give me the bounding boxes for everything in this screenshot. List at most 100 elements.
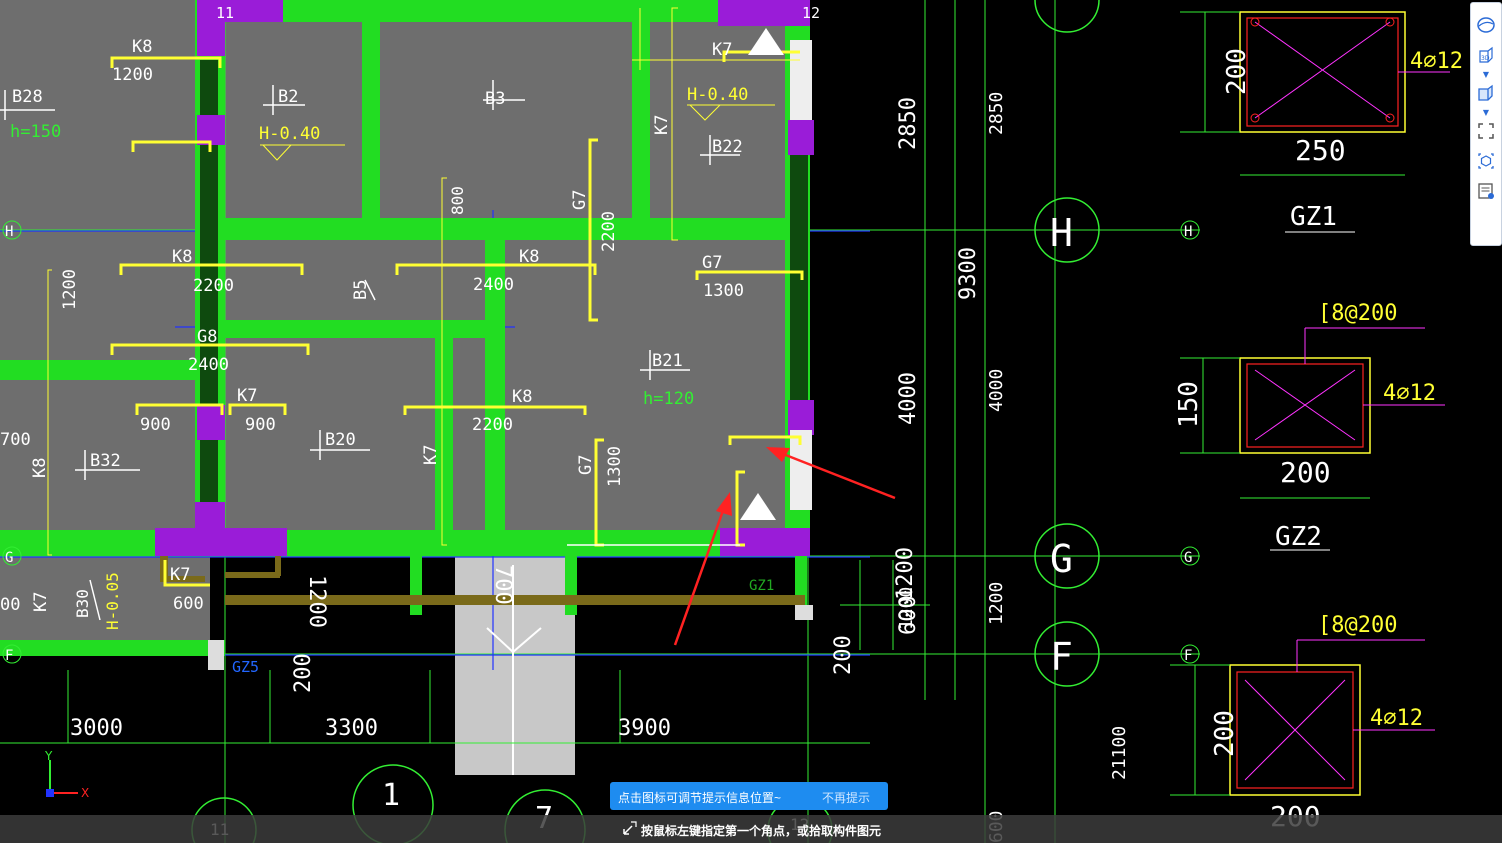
detail-width: 200 xyxy=(1280,456,1331,489)
bubble-label-f: F xyxy=(1050,635,1073,679)
beam-span: 900 xyxy=(140,415,171,435)
beam-span: 1200 xyxy=(112,65,153,85)
beam-name: G7 xyxy=(702,253,722,273)
beam-span-vertical: 2200 xyxy=(599,211,619,252)
cube-button[interactable] xyxy=(1474,81,1498,105)
column-detail-gz1 xyxy=(1180,11,1450,233)
view-toolbar: 3D ▼ ▼ xyxy=(1470,2,1502,246)
detail-name: GZ2 xyxy=(1275,522,1322,552)
bubble-label-h: H xyxy=(1050,211,1073,255)
slab-mark: B30 xyxy=(73,589,92,618)
fullscreen-button[interactable] xyxy=(1474,119,1498,143)
dimension-value: 1200 xyxy=(304,575,329,628)
beam-span-vertical: 1300 xyxy=(605,446,625,487)
beam-name: K8 xyxy=(132,37,152,57)
beam-span: 2400 xyxy=(473,275,514,295)
beam-name: K8 xyxy=(172,247,192,267)
axis-label-11: 11 xyxy=(216,4,234,22)
3d-view-dropdown[interactable]: ▼ xyxy=(1480,71,1492,79)
bubble-label-1: 1 xyxy=(382,778,400,813)
detail-name: GZ1 xyxy=(1290,202,1337,232)
sphere-outline-icon xyxy=(1477,17,1495,33)
fullscreen-icon xyxy=(1478,123,1494,139)
slab-level: H-0.40 xyxy=(259,124,320,144)
dimension-value: 4000 xyxy=(896,372,921,425)
3d-view-icon: 3D xyxy=(1479,46,1493,63)
slab-mark: B21 xyxy=(652,351,683,371)
beam-name: K7 xyxy=(170,565,190,585)
slab-mark: B32 xyxy=(90,451,121,471)
beam-name: K7 xyxy=(237,386,257,406)
beam-name-vertical: K7 xyxy=(652,115,672,135)
beam-span: 2200 xyxy=(472,415,513,435)
slab-mark: B28 xyxy=(12,87,43,107)
slab-mark: B3 xyxy=(485,89,505,109)
beam-span-vertical: 1200 xyxy=(60,269,80,310)
svg-text:3D: 3D xyxy=(1481,55,1490,62)
sphere-outline-button[interactable] xyxy=(1474,13,1498,37)
slab-thickness: h=150 xyxy=(10,122,61,142)
beam-name-vertical: G7 xyxy=(570,190,590,210)
dimension-value: 2850 xyxy=(896,97,921,150)
dimension-value: 200 xyxy=(831,635,856,675)
beam-name-vertical: K7 xyxy=(31,592,51,612)
detail-height: 150 xyxy=(1174,381,1204,428)
detail-height: 200 xyxy=(1210,710,1240,757)
right-axis-label-g: G xyxy=(1184,550,1192,566)
detail-stirrup: [8@200 xyxy=(1318,613,1397,638)
dimension-value: 1200 xyxy=(986,582,1007,625)
dimension-value: 3900 xyxy=(618,716,671,741)
cube-dropdown[interactable]: ▼ xyxy=(1480,109,1492,117)
beam-span: 2400 xyxy=(188,355,229,375)
cad-drawing-canvas[interactable]: Y X 11 12 H G F H G F H G F 1 7 11 12 B2… xyxy=(0,0,1502,843)
beam-span: 1300 xyxy=(703,281,744,301)
hint-text: 点击图标可调节提示信息位置~ xyxy=(618,791,782,805)
view-cube-icon xyxy=(1478,153,1494,169)
beam-name-vertical: K7 xyxy=(421,445,441,465)
slab-mark: B22 xyxy=(712,137,743,157)
beam-span-vertical: 800 xyxy=(448,186,467,215)
detail-stirrup: [8@200 xyxy=(1318,301,1397,326)
beam-span: 600 xyxy=(173,594,204,614)
beam-span: 900 xyxy=(245,415,276,435)
properties-button[interactable] xyxy=(1474,179,1498,203)
3d-view-button[interactable]: 3D xyxy=(1474,43,1498,67)
dimension-value: 21100 xyxy=(1109,726,1130,780)
slab-regions xyxy=(0,0,810,775)
gz-label: GZ5 xyxy=(232,658,259,676)
beam-name-vertical: K8 xyxy=(30,458,50,478)
axis-label-g: G xyxy=(5,550,13,566)
beam-name: K8 xyxy=(512,387,532,407)
dimension-value: 2850 xyxy=(986,92,1007,135)
hint-popup[interactable]: 点击图标可调节提示信息位置~ 不再提示 xyxy=(610,782,888,810)
status-prompt: 按鼠标左键指定第一个角点，或拾取构件图元 xyxy=(641,824,882,838)
slab-thickness: h=120 xyxy=(643,389,694,409)
ucs-y-label: Y xyxy=(44,749,53,763)
dimension-value: 200 xyxy=(291,653,316,693)
dismiss-hint-button[interactable]: 不再提示 xyxy=(822,789,870,806)
beam-name: K8 xyxy=(519,247,539,267)
axis-label-12: 12 xyxy=(802,4,820,22)
dimension-value: 3000 xyxy=(70,716,123,741)
right-axis-label-f: F xyxy=(1184,648,1192,664)
gz-label: GZ1 xyxy=(749,578,774,594)
column-detail-gz2 xyxy=(1180,327,1445,551)
slab-mark: B2 xyxy=(278,87,298,107)
cube-icon xyxy=(1478,84,1493,101)
ucs-x-label: X xyxy=(81,786,89,800)
detail-rebar: 4⌀12 xyxy=(1370,706,1423,731)
beam-span: 00 xyxy=(0,595,20,615)
bubble-label-g: G xyxy=(1050,537,1073,581)
detail-rebar: 4⌀12 xyxy=(1410,49,1463,74)
detail-rebar: 4⌀12 xyxy=(1383,381,1436,406)
detail-width: 250 xyxy=(1295,134,1346,167)
pick-cursor-icon xyxy=(623,821,637,835)
view-cube-button[interactable] xyxy=(1474,149,1498,173)
right-axis-label-h: H xyxy=(1184,224,1192,240)
axis-label-f: F xyxy=(5,648,13,664)
stair-label: 700 xyxy=(490,565,515,605)
dimension-value: 1200 xyxy=(896,587,917,630)
dimension-value: 3300 xyxy=(325,716,378,741)
beam-name-vertical: G7 xyxy=(576,455,596,475)
properties-icon xyxy=(1478,183,1494,199)
